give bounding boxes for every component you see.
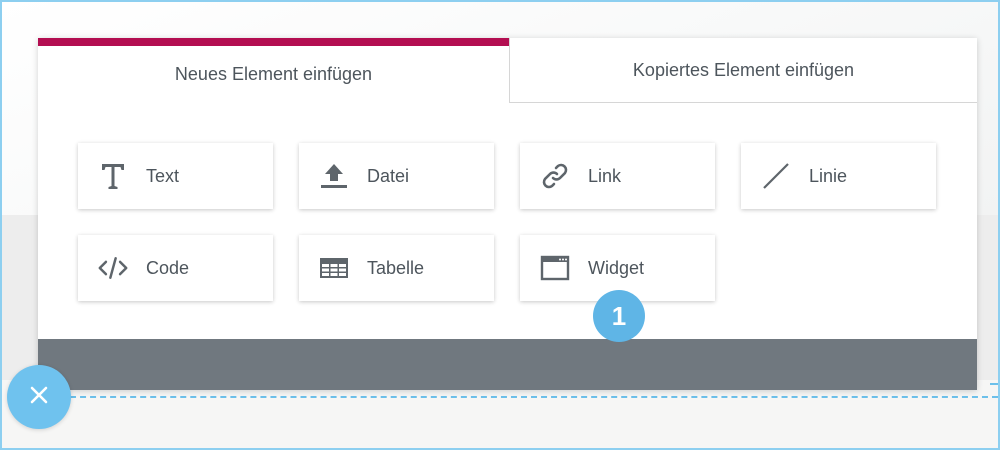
close-icon [28,384,50,411]
element-line-label: Linie [809,165,848,186]
element-file-button[interactable]: Datei [299,143,494,209]
step-badge: 1 [593,290,645,342]
link-icon [540,161,570,191]
element-code-button[interactable]: Code [78,235,273,301]
element-link-label: Link [588,165,622,186]
widget-icon [540,253,570,283]
element-line-button[interactable]: Linie [741,143,936,209]
element-table-button[interactable]: Tabelle [299,235,494,301]
insert-element-panel: Neues Element einfügen Kopiertes Element… [38,38,977,390]
upload-icon [319,161,349,191]
drop-zone-line [990,383,998,385]
step-badge-number: 1 [611,300,627,331]
element-widget-label: Widget [588,257,645,278]
code-icon [98,253,128,283]
text-icon [98,161,128,191]
element-file-label: Datei [367,165,410,186]
drop-zone-line [60,396,998,398]
element-link-button[interactable]: Link [520,143,715,209]
element-text-button[interactable]: Text [78,143,273,209]
element-text-label: Text [146,165,180,186]
tab-new-element-label: Neues Element einfügen [174,64,373,84]
panel-footer [38,339,977,390]
element-table-label: Tabelle [367,257,425,278]
element-code-label: Code [146,257,190,278]
tab-copied-element[interactable]: Kopiertes Element einfügen [509,38,977,103]
line-icon [761,161,791,191]
table-icon [319,253,349,283]
tab-bar: Neues Element einfügen Kopiertes Element… [38,38,977,103]
close-button[interactable] [7,365,71,429]
tab-copied-element-label: Kopiertes Element einfügen [632,59,855,80]
tab-new-element[interactable]: Neues Element einfügen [38,38,509,103]
